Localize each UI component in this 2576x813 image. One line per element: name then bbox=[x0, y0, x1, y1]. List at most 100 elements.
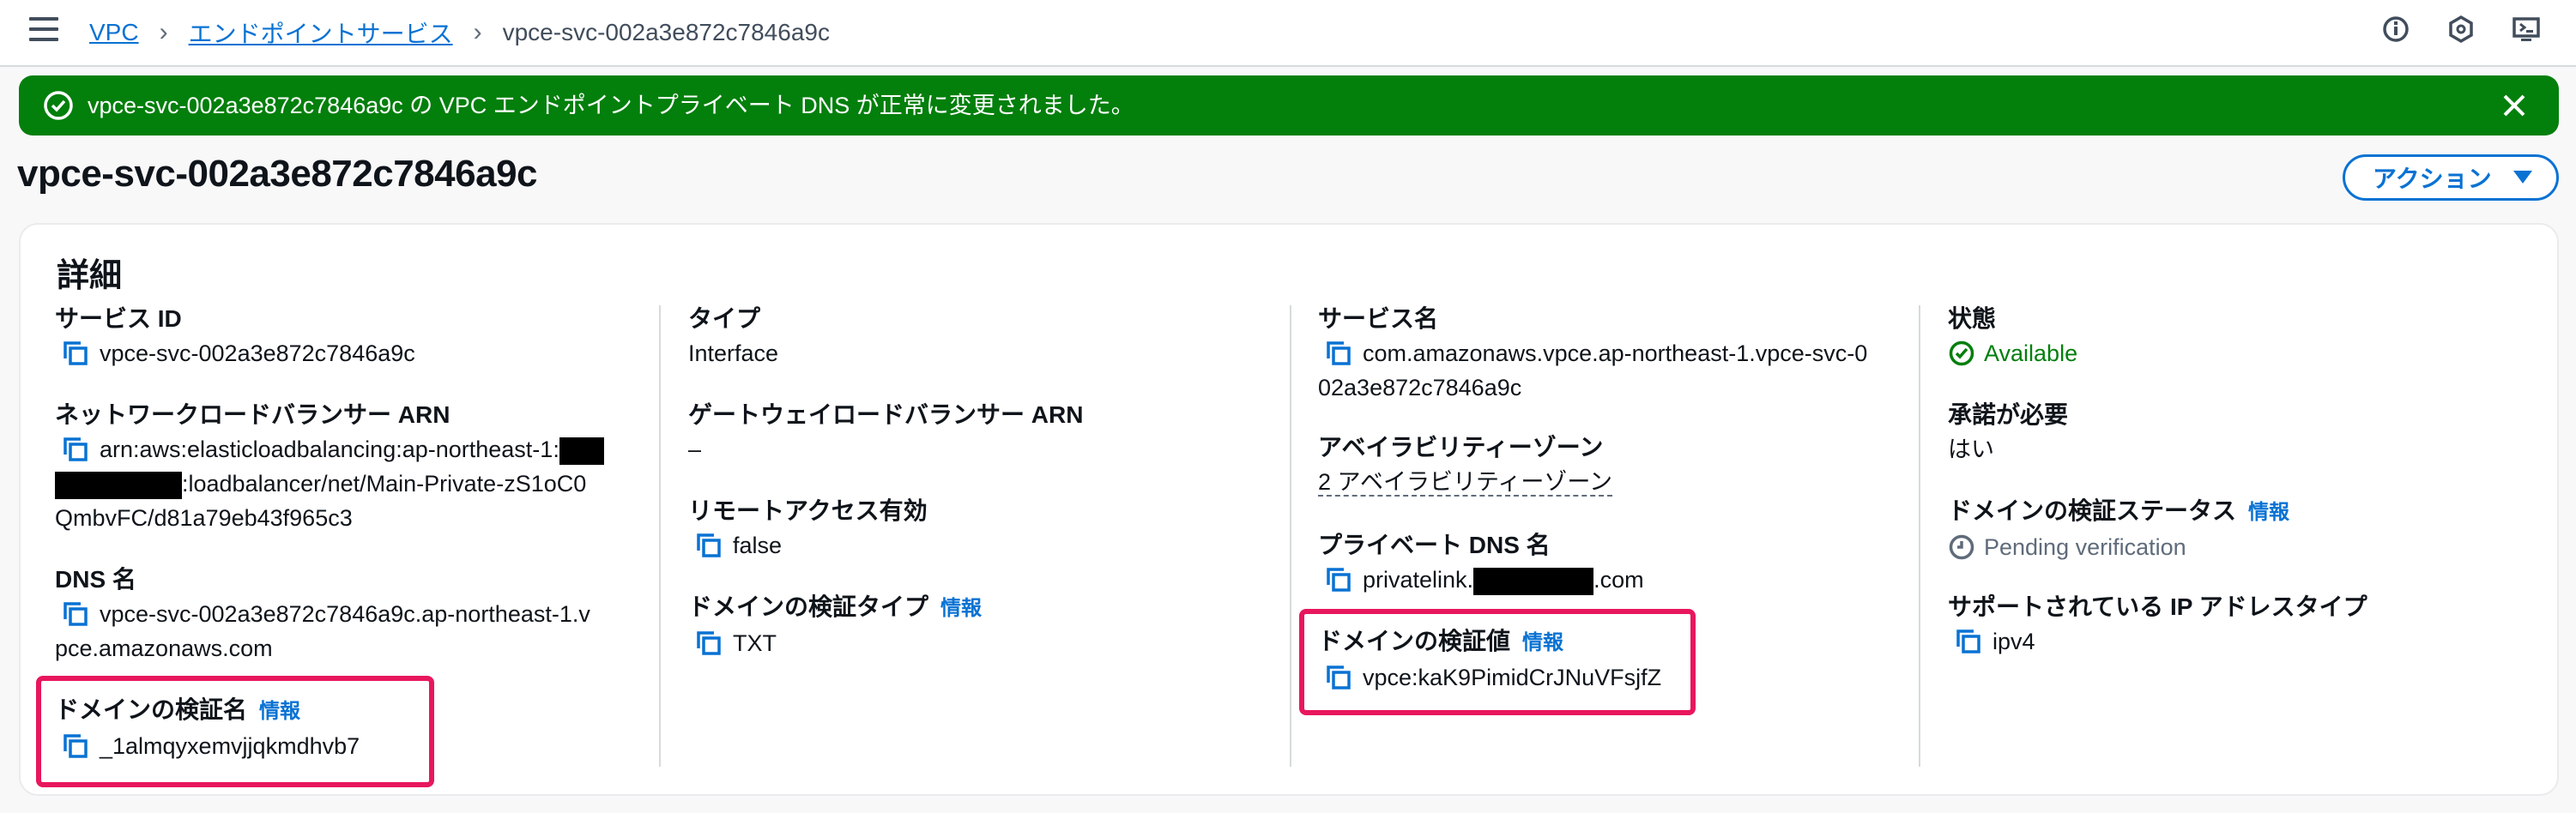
breadcrumb: VPC › エンドポイントサービス › vpce-svc-002a3e872c7… bbox=[89, 15, 830, 50]
breadcrumb-vpc-link[interactable]: VPC bbox=[89, 19, 139, 46]
copy-icon[interactable] bbox=[62, 436, 89, 463]
chevron-right-icon: › bbox=[473, 18, 482, 46]
actions-label: アクション bbox=[2373, 166, 2492, 192]
copy-icon[interactable] bbox=[695, 629, 723, 657]
domain-verification-type-label: ドメインの検証タイプ 情報 bbox=[688, 590, 982, 626]
nlb-arn-field: ネットワークロードバランサー ARN arn:aws:elasticloadba… bbox=[55, 398, 604, 535]
gwlb-arn-label: ゲートウェイロードバランサー ARN bbox=[688, 401, 1084, 428]
copy-icon[interactable] bbox=[1325, 566, 1352, 593]
cloudshell-icon[interactable] bbox=[2511, 14, 2542, 45]
remote-access-value-row: false bbox=[688, 528, 928, 563]
service-name-field: サービス名 com.amazonaws.vpce.ap-northeast-1.… bbox=[1318, 302, 1867, 405]
close-icon[interactable] bbox=[2500, 92, 2528, 119]
nlb-arn-value-row: arn:aws:elasticloadbalancing:ap-northeas… bbox=[55, 432, 604, 467]
chevron-right-icon: › bbox=[159, 18, 168, 46]
nlb-arn-line2: :loadbalancer/net/Main-Private-zS1oC0 bbox=[182, 471, 587, 497]
redacted-block bbox=[1473, 567, 1594, 595]
state-value: Available bbox=[1984, 340, 2078, 366]
top-utility-icons bbox=[2380, 14, 2542, 45]
success-check-icon bbox=[44, 91, 73, 120]
domain-verification-status-label-text: ドメインの検証ステータス bbox=[1948, 497, 2237, 524]
type-value: Interface bbox=[688, 340, 779, 366]
copy-icon[interactable] bbox=[1955, 628, 1982, 655]
dns-name-label: DNS 名 bbox=[55, 566, 136, 593]
state-label: 状態 bbox=[1948, 305, 1997, 332]
info-link[interactable]: 情報 bbox=[940, 597, 982, 620]
copy-icon[interactable] bbox=[1325, 340, 1352, 367]
acceptance-field: 承諾が必要 はい bbox=[1948, 398, 2068, 467]
copy-icon[interactable] bbox=[695, 532, 723, 559]
nlb-arn-line2-row: :loadbalancer/net/Main-Private-zS1oC0 bbox=[55, 467, 604, 501]
nlb-arn-line1: arn:aws:elasticloadbalancing:ap-northeas… bbox=[100, 437, 559, 462]
private-dns-name-label: プライベート DNS 名 bbox=[1318, 532, 1551, 558]
domain-verification-type-label-text: ドメインの検証タイプ bbox=[688, 593, 929, 620]
private-dns-name-field: プライベート DNS 名 privatelink. .com bbox=[1318, 528, 1644, 597]
details-title: 詳細 bbox=[57, 258, 123, 294]
private-dns-name-value-row: privatelink. .com bbox=[1318, 563, 1644, 597]
breadcrumb-current: vpce-svc-002a3e872c7846a9c bbox=[502, 19, 830, 45]
success-flash-banner: vpce-svc-002a3e872c7846a9c の VPC エンドポイント… bbox=[19, 75, 2559, 136]
column-divider bbox=[659, 305, 661, 767]
service-id-field: サービス ID vpce-svc-002a3e872c7846a9c bbox=[55, 302, 415, 370]
domain-verification-status-value-row: Pending verification bbox=[1948, 530, 2289, 564]
highlight-box bbox=[1299, 609, 1696, 715]
domain-verification-status-value: Pending verification bbox=[1984, 534, 2186, 560]
column-divider bbox=[1919, 305, 1920, 767]
domain-verification-status-label: ドメインの検証ステータス 情報 bbox=[1948, 494, 2289, 530]
domain-verification-status-field: ドメインの検証ステータス 情報 Pending verification bbox=[1948, 494, 2289, 564]
redacted-block bbox=[55, 471, 182, 499]
success-check-icon bbox=[1949, 340, 1974, 366]
info-link[interactable]: 情報 bbox=[2248, 501, 2289, 524]
acceptance-value: はい bbox=[1948, 437, 1994, 462]
supported-ip-type-value: ipv4 bbox=[1992, 629, 2035, 654]
breadcrumb-endpoint-services-link[interactable]: エンドポイントサービス bbox=[189, 15, 453, 50]
redacted-block bbox=[559, 437, 604, 465]
details-panel: 詳細 サービス ID vpce-svc-002a3e872c7846a9c ネッ… bbox=[19, 223, 2559, 796]
dns-name-field: DNS 名 vpce-svc-002a3e872c7846a9c.ap-nort… bbox=[55, 563, 590, 665]
availability-zones-link[interactable]: 2 アベイラビリティーゾーン bbox=[1318, 469, 1613, 497]
private-dns-suffix: .com bbox=[1593, 567, 1644, 593]
remote-access-field: リモートアクセス有効 false bbox=[688, 494, 928, 563]
column-divider bbox=[1290, 305, 1291, 767]
service-id-value: vpce-svc-002a3e872c7846a9c bbox=[100, 340, 415, 366]
gwlb-arn-value: – bbox=[688, 437, 702, 462]
service-id-label: サービス ID bbox=[55, 305, 182, 332]
service-name-value-row: com.amazonaws.vpce.ap-northeast-1.vpce-s… bbox=[1318, 336, 1867, 370]
dns-name-line2: pce.amazonaws.com bbox=[55, 635, 273, 661]
state-field: 状態 Available bbox=[1948, 302, 2077, 370]
domain-verification-type-value: TXT bbox=[733, 630, 777, 656]
caret-down-icon bbox=[2513, 171, 2532, 184]
service-name-line2: 02a3e872c7846a9c bbox=[1318, 375, 1522, 400]
menu-icon[interactable] bbox=[29, 17, 58, 43]
availability-zones-field: アベイラビリティーゾーン 2 アベイラビリティーゾーン bbox=[1318, 431, 1613, 499]
settings-hexagon-icon[interactable] bbox=[2446, 14, 2476, 45]
info-icon[interactable] bbox=[2380, 14, 2411, 45]
actions-dropdown-button[interactable]: アクション bbox=[2343, 154, 2559, 201]
service-name-line1: com.amazonaws.vpce.ap-northeast-1.vpce-s… bbox=[1363, 340, 1868, 366]
service-name-label: サービス名 bbox=[1318, 305, 1439, 332]
copy-icon[interactable] bbox=[62, 340, 89, 367]
nlb-arn-line3: QmbvFC/d81a79eb43f965c3 bbox=[55, 505, 353, 531]
acceptance-label: 承諾が必要 bbox=[1948, 401, 2069, 428]
availability-zones-value-row: 2 アベイラビリティーゾーン bbox=[1318, 465, 1613, 499]
remote-access-value: false bbox=[733, 533, 783, 558]
dns-name-value-row: vpce-svc-002a3e872c7846a9c.ap-northeast-… bbox=[55, 597, 590, 631]
page-title: vpce-svc-002a3e872c7846a9c bbox=[17, 153, 538, 195]
highlight-box bbox=[36, 676, 434, 787]
clock-icon bbox=[1949, 534, 1974, 560]
top-navigation-bar: VPC › エンドポイントサービス › vpce-svc-002a3e872c7… bbox=[0, 0, 2576, 67]
supported-ip-type-label: サポートされている IP アドレスタイプ bbox=[1948, 593, 2367, 620]
gwlb-arn-field: ゲートウェイロードバランサー ARN – bbox=[688, 398, 1083, 467]
private-dns-prefix: privatelink. bbox=[1363, 567, 1474, 593]
availability-zones-label: アベイラビリティーゾーン bbox=[1318, 434, 1604, 461]
dns-name-line1: vpce-svc-002a3e872c7846a9c.ap-northeast-… bbox=[100, 601, 590, 627]
domain-verification-type-value-row: TXT bbox=[688, 626, 982, 660]
flash-message: vpce-svc-002a3e872c7846a9c の VPC エンドポイント… bbox=[88, 93, 1134, 118]
domain-verification-type-field: ドメインの検証タイプ 情報 TXT bbox=[688, 590, 982, 660]
nlb-arn-label: ネットワークロードバランサー ARN bbox=[55, 401, 450, 428]
type-field: タイプ Interface bbox=[688, 302, 778, 370]
type-label: タイプ bbox=[688, 305, 761, 332]
supported-ip-type-value-row: ipv4 bbox=[1948, 624, 2367, 659]
service-id-value-row: vpce-svc-002a3e872c7846a9c bbox=[55, 336, 415, 370]
copy-icon[interactable] bbox=[62, 600, 89, 628]
